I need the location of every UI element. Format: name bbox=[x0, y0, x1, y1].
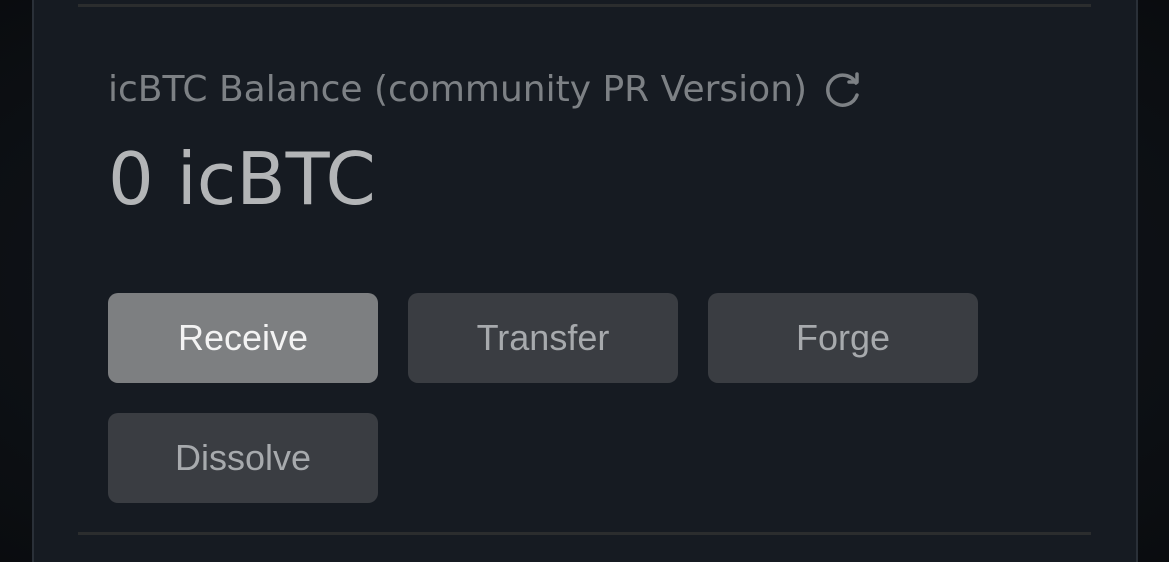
receive-button[interactable]: Receive bbox=[108, 293, 378, 383]
app-background: icBTC Balance (community PR Version) 0 i… bbox=[0, 0, 1169, 562]
balance-header: icBTC Balance (community PR Version) bbox=[108, 66, 865, 114]
top-divider bbox=[78, 4, 1091, 7]
forge-button[interactable]: Forge bbox=[708, 293, 978, 383]
balance-title: icBTC Balance (community PR Version) bbox=[108, 69, 808, 110]
dissolve-button[interactable]: Dissolve bbox=[108, 413, 378, 503]
balance-amount: 0 icBTC bbox=[108, 137, 376, 221]
bottom-divider bbox=[78, 532, 1091, 535]
transfer-button[interactable]: Transfer bbox=[408, 293, 678, 383]
refresh-icon[interactable] bbox=[821, 68, 865, 112]
